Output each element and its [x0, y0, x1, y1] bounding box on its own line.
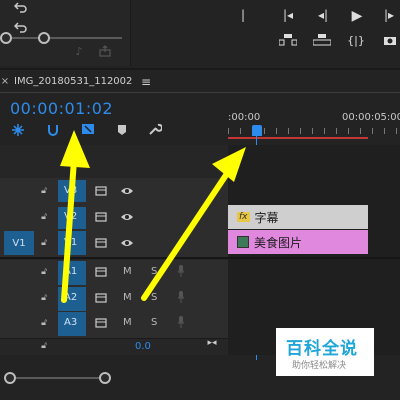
annotation-arrow [141, 147, 246, 301]
annotation-arrows [60, 130, 246, 303]
annotation-arrow [60, 130, 90, 303]
